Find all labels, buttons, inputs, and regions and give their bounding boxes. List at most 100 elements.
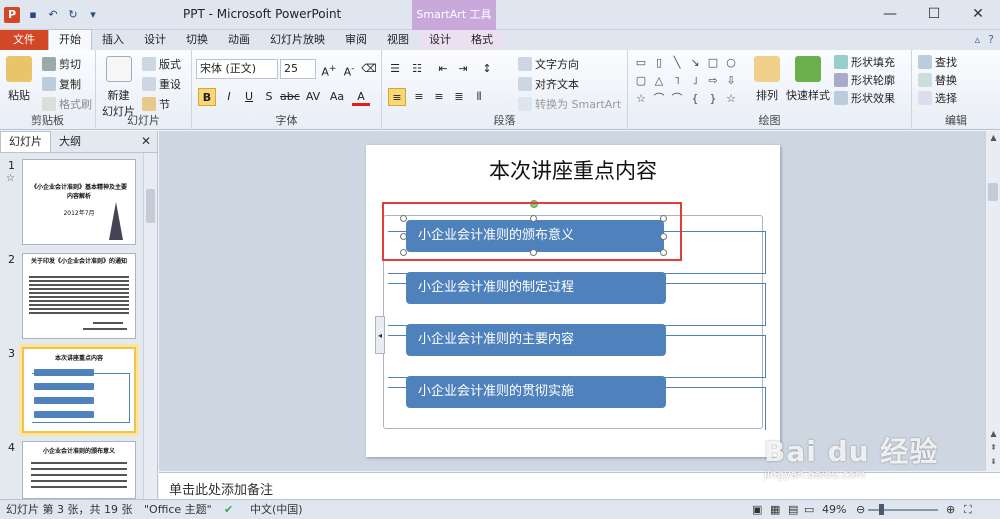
select-button[interactable]: 选择 [918, 90, 957, 106]
zoom-in-icon[interactable]: ⊕ [946, 500, 955, 519]
convert-smartart-button[interactable]: 转换为 SmartArt [518, 96, 621, 112]
close-panel-icon[interactable]: ✕ [141, 134, 151, 148]
slide-title[interactable]: 本次讲座重点内容 [366, 155, 780, 185]
copy-button[interactable]: 复制 [42, 76, 81, 92]
next-slide-icon[interactable]: ⇟ [986, 457, 1000, 466]
clear-format-button[interactable]: ⌫ [360, 60, 378, 78]
arrange-button[interactable]: 排列 [754, 56, 780, 103]
undo-icon[interactable]: ↶ [46, 8, 60, 22]
normal-view-icon[interactable]: ▣ [752, 500, 762, 519]
reading-view-icon[interactable]: ▤ [788, 500, 798, 519]
find-button[interactable]: 查找 [918, 54, 957, 70]
bold-button[interactable]: B [198, 88, 216, 106]
section-button[interactable]: 节 [142, 96, 170, 112]
tab-transitions[interactable]: 切换 [176, 30, 218, 50]
line-spacing-button[interactable]: ↕ [478, 60, 496, 78]
star2-shape-icon[interactable]: ☆ [724, 92, 738, 106]
canvas-scrollbar[interactable]: ▲ ▲ ⇞ ⇟ [985, 131, 1000, 471]
new-slide-button[interactable]: 新建 幻灯片 [102, 56, 135, 119]
minimize-ribbon-icon[interactable]: ▵ [975, 33, 981, 46]
paste-button[interactable]: 粘贴 [6, 56, 32, 103]
cut-button[interactable]: 剪切 [42, 56, 81, 72]
shrink-font-button[interactable]: A- [340, 60, 358, 79]
shadow-button[interactable]: S [260, 88, 278, 106]
tab-file[interactable]: 文件 [0, 30, 48, 50]
tab-outline[interactable]: 大纲 [51, 132, 89, 152]
maximize-button[interactable]: ☐ [912, 0, 956, 28]
text-pane-toggle[interactable]: ◂ [375, 316, 385, 354]
smartart-item-2[interactable]: 小企业会计准则的制定过程 [406, 272, 666, 304]
brace-right-shape-icon[interactable]: } [706, 92, 720, 106]
brace-left-shape-icon[interactable]: { [688, 92, 702, 106]
sorter-view-icon[interactable]: ▦ [770, 500, 780, 519]
triangle-shape-icon[interactable]: △ [652, 74, 666, 88]
minimize-button[interactable]: — [868, 0, 912, 28]
rect-shape-icon[interactable]: □ [706, 56, 720, 70]
justify-button[interactable]: ≣ [450, 88, 468, 106]
font-size-combo[interactable]: 25 [280, 59, 316, 79]
strikethrough-button[interactable]: abc [280, 88, 300, 106]
align-right-button[interactable]: ≡ [430, 88, 448, 106]
increase-indent-button[interactable]: ⇥ [454, 60, 472, 78]
tab-slides[interactable]: 幻灯片 [0, 131, 51, 152]
shape-outline-button[interactable]: 形状轮廓 [834, 72, 895, 88]
spellcheck-icon[interactable]: ✔ [224, 500, 233, 519]
bullets-button[interactable]: ☰ [386, 60, 404, 78]
smartart-item-4[interactable]: 小企业会计准则的贯彻实施 [406, 376, 666, 408]
align-center-button[interactable]: ≡ [410, 88, 428, 106]
curve-shape-icon[interactable]: ⌒ [652, 92, 666, 106]
tab-smartart-format[interactable]: 格式 [461, 30, 503, 50]
grow-font-button[interactable]: A+ [320, 60, 338, 79]
scroll-down-icon[interactable]: ▲ [986, 429, 1000, 438]
fit-slide-icon[interactable]: ⛶ [964, 500, 972, 519]
layout-button[interactable]: 版式 [142, 56, 181, 72]
numbering-button[interactable]: ☷ [408, 60, 426, 78]
font-color-button[interactable]: A [352, 88, 370, 106]
format-painter-button[interactable]: 格式刷 [42, 96, 92, 112]
align-left-button[interactable]: ≡ [388, 88, 406, 106]
right-arrow-shape-icon[interactable]: ⇨ [706, 74, 720, 88]
elbow2-shape-icon[interactable]: ˩ [688, 74, 702, 88]
tab-view[interactable]: 视图 [377, 30, 419, 50]
tab-design[interactable]: 设计 [134, 30, 176, 50]
tab-home[interactable]: 开始 [48, 29, 92, 50]
char-spacing-button[interactable]: AV [304, 88, 322, 106]
scroll-thumb[interactable] [988, 183, 998, 201]
tab-animations[interactable]: 动画 [218, 30, 260, 50]
panel-scroll-thumb[interactable] [146, 189, 155, 223]
arrow-shape-icon[interactable]: ↘ [688, 56, 702, 70]
smartart-item-3[interactable]: 小企业会计准则的主要内容 [406, 324, 666, 356]
elbow-shape-icon[interactable]: ˥ [670, 74, 684, 88]
shape-fill-button[interactable]: 形状填充 [834, 54, 895, 70]
zoom-out-icon[interactable]: ⊖ [856, 500, 865, 519]
arc-shape-icon[interactable]: ⌒ [670, 92, 684, 106]
help-icon[interactable]: ? [988, 33, 994, 46]
oval-shape-icon[interactable]: ○ [724, 56, 738, 70]
scroll-up-icon[interactable]: ▲ [986, 133, 1000, 142]
columns-button[interactable]: ⫴ [470, 88, 488, 106]
star-shape-icon[interactable]: ☆ [634, 92, 648, 106]
panel-scrollbar[interactable] [143, 153, 157, 499]
change-case-button[interactable]: Aa [328, 88, 346, 106]
zoom-slider-knob[interactable] [879, 504, 884, 515]
zoom-level[interactable]: 49% [822, 500, 846, 519]
align-text-button[interactable]: 对齐文本 [518, 76, 579, 92]
underline-button[interactable]: U [240, 88, 258, 106]
redo-icon[interactable]: ↻ [66, 8, 80, 22]
prev-slide-icon[interactable]: ⇞ [986, 443, 1000, 452]
tab-review[interactable]: 审阅 [335, 30, 377, 50]
reset-button[interactable]: 重设 [142, 76, 181, 92]
line-shape-icon[interactable]: ╲ [670, 56, 684, 70]
down-arrow-shape-icon[interactable]: ⇩ [724, 74, 738, 88]
vtextbox-shape-icon[interactable]: ▯ [652, 56, 666, 70]
language-indicator[interactable]: 中文(中国) [250, 500, 303, 519]
save-icon[interactable]: ▪ [26, 8, 40, 22]
tab-smartart-design[interactable]: 设计 [419, 30, 461, 50]
close-button[interactable]: ✕ [956, 0, 1000, 28]
tab-insert[interactable]: 插入 [92, 30, 134, 50]
roundrect-shape-icon[interactable]: ▢ [634, 74, 648, 88]
italic-button[interactable]: I [220, 88, 238, 106]
textbox-shape-icon[interactable]: ▭ [634, 56, 648, 70]
tab-slideshow[interactable]: 幻灯片放映 [260, 30, 335, 50]
font-name-combo[interactable]: 宋体 (正文) [196, 59, 278, 79]
